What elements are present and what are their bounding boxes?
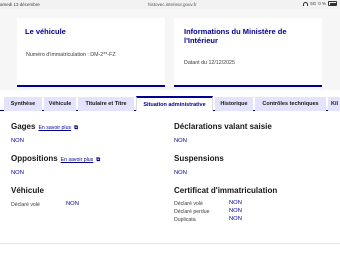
suspensions-value: NON — [174, 170, 187, 176]
certificat-declare-vole-label: Déclaré volé — [174, 201, 203, 207]
suspensions-title: Suspensions — [174, 154, 224, 163]
tab-bar: Synthèse Véhicule Titulaire et Titre Sit… — [0, 95, 340, 111]
tab-vehicule[interactable]: Véhicule — [44, 97, 76, 111]
certificat-duplicata-label: Duplicata — [174, 217, 196, 223]
oppositions-more-link[interactable]: En savoir plus — [61, 157, 94, 163]
tab-controles-techniques[interactable]: Contrôles techniques — [255, 97, 326, 111]
external-link-icon[interactable]: ⧉ — [74, 125, 78, 131]
oppositions-title: Oppositions — [11, 154, 58, 163]
external-link-icon[interactable]: ⧉ — [96, 157, 100, 163]
vehicule-declare-vole-value: NON — [66, 201, 79, 207]
tab-titulaire[interactable]: Titulaire et Titre — [78, 97, 134, 111]
gages-more-link[interactable]: En savoir plus — [38, 125, 71, 131]
vehicule-section-title: Véhicule — [11, 186, 44, 195]
tab-kilometrage[interactable]: Kil — [328, 97, 340, 111]
gages-section: Gages En savoir plus ⧉ — [11, 122, 78, 132]
oppositions-value: NON — [11, 170, 24, 176]
status-bar: amedi 13 décembre histovec.interieur.gou… — [0, 0, 340, 9]
tab-synthese[interactable]: Synthèse — [4, 97, 42, 111]
battery-label: 0 % — [318, 1, 326, 6]
certificat-declare-perdue-value: NON — [229, 208, 242, 214]
registration-number: Numéro d'immatriculation : DM-2**-FZ — [26, 52, 116, 58]
network-label: 5G — [310, 1, 317, 6]
tab-historique[interactable]: Historique — [215, 97, 253, 111]
certificat-duplicata-value: NON — [229, 216, 242, 222]
oppositions-section: Oppositions En savoir plus ⧉ — [11, 154, 100, 164]
vehicule-declare-vole-label: Déclaré volé — [11, 202, 40, 208]
certificat-declare-perdue-label: Déclaré perdue — [174, 209, 210, 215]
vehicle-card-title: Le véhicule — [25, 27, 66, 36]
declarations-value: NON — [174, 138, 187, 144]
gages-title: Gages — [11, 122, 36, 131]
address-bar-url[interactable]: histovec.interieur.gouv.fr — [148, 2, 196, 7]
status-time: amedi 13 décembre — [0, 2, 40, 7]
gages-value: NON — [11, 138, 24, 144]
declarations-title: Déclarations valant saisie — [174, 122, 272, 131]
footer-divider — [0, 243, 340, 244]
signal-icon — [303, 1, 309, 6]
tab-situation-administrative[interactable]: Situation administrative — [136, 96, 213, 111]
battery-icon — [328, 1, 337, 6]
ministry-card-title: Informations du Ministère de l'Intérieur — [184, 27, 287, 45]
certificat-declare-vole-value: NON — [229, 200, 242, 206]
ministry-data-date: Datant du 12/12/2025 — [184, 60, 235, 66]
vehicle-card: Le véhicule Numéro d'immatriculation : D… — [17, 18, 165, 87]
ministry-card: Informations du Ministère de l'Intérieur… — [174, 18, 322, 87]
status-indicators: 5G 0 % — [303, 1, 337, 6]
certificat-section-title: Certificat d'immatriculation — [174, 186, 278, 195]
summary-cards-area: Le véhicule Numéro d'immatriculation : D… — [0, 9, 340, 90]
